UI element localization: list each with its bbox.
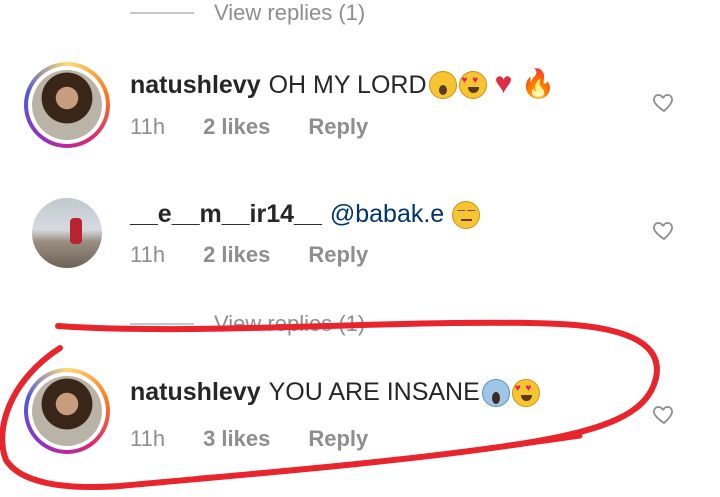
comment-likes[interactable]: 3 likes [203,426,270,452]
comment-meta: 11h 2 likes Reply [130,242,406,268]
comment-username[interactable]: natushlevy [130,71,261,100]
comment-meta: 11h 2 likes Reply [130,114,406,140]
comment-time: 11h [130,114,166,139]
red-heart-emoji: ♥ [494,67,513,100]
view-replies-label: View replies (1) [214,0,366,25]
comment-meta: 11h 3 likes Reply [130,426,406,452]
hushed-face-emoji [428,71,457,99]
heart-outline-icon[interactable] [652,90,676,114]
comment-username[interactable]: natushlevy [130,378,261,407]
comment-time: 11h [130,426,166,451]
reply-button[interactable]: Reply [308,242,368,268]
avatar[interactable] [24,62,110,148]
comment-likes[interactable]: 2 likes [203,242,270,268]
comment-body: YOU ARE INSANE [268,378,480,406]
reply-button[interactable]: Reply [308,426,368,452]
mention-link[interactable]: @babak.e [330,200,444,229]
expressionless-face-emoji [452,200,481,229]
avatar[interactable] [24,368,110,454]
reply-button[interactable]: Reply [308,114,368,140]
heart-eyes-emoji [511,378,540,407]
view-replies-line [130,323,194,325]
comment-likes[interactable]: 2 likes [203,114,270,140]
comment-time: 11h [130,242,166,267]
comment-text: natushlevy OH MY LORD ♥ 🔥 [130,67,556,100]
avatar[interactable] [32,198,102,268]
heart-eyes-emoji [458,71,487,99]
heart-outline-icon[interactable] [652,218,676,242]
fire-emoji: 🔥 [520,68,556,99]
view-replies-line [130,12,194,14]
comment-username[interactable]: __e__m__ir14__ [130,200,322,229]
screaming-face-emoji [481,378,510,407]
comment-text: natushlevy YOU ARE INSANE [130,378,540,407]
view-replies-toggle[interactable]: View replies (1) [130,311,365,337]
view-replies-toggle[interactable]: View replies (1) [130,0,365,26]
comment-text: __e__m__ir14__ @babak.e [130,200,481,229]
comment-body: OH MY LORD [268,70,427,99]
view-replies-label: View replies (1) [214,311,366,336]
heart-outline-icon[interactable] [652,402,676,426]
